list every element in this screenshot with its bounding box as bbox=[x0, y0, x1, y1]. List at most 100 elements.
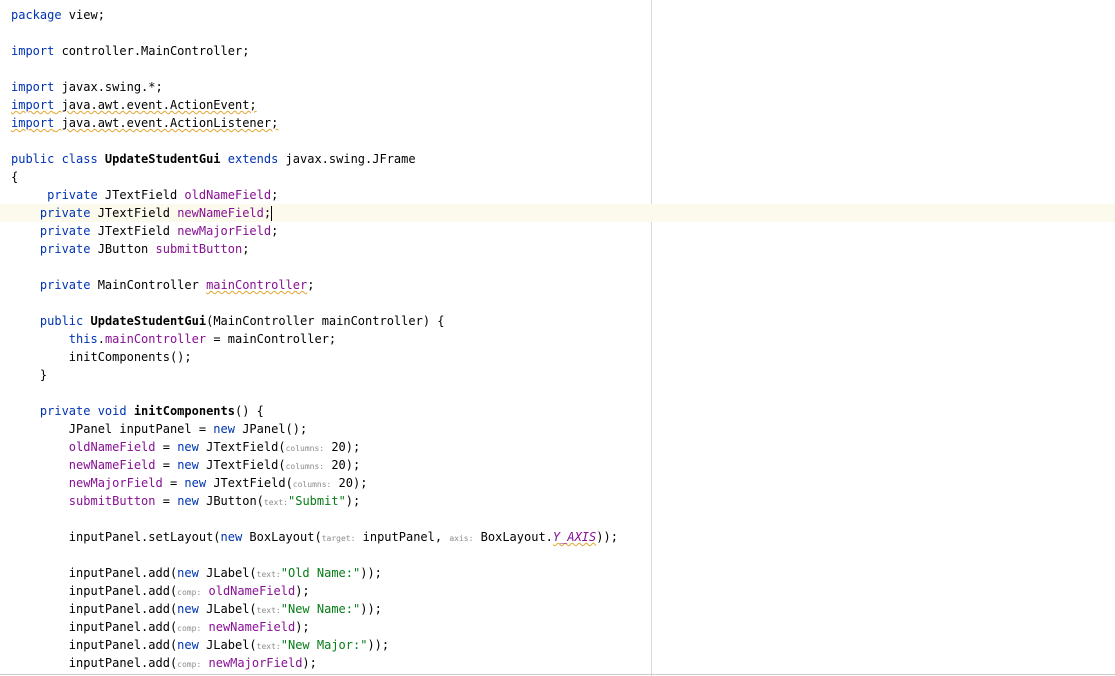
code-text: JLabel( bbox=[198, 566, 257, 580]
code-text: JTextField bbox=[90, 206, 178, 220]
method-name: UpdateStudentGui bbox=[83, 314, 207, 328]
code-text: ); bbox=[295, 620, 310, 634]
code-text: inputPanel.add( bbox=[68, 566, 178, 580]
code-text: inputPanel.add( bbox=[68, 620, 178, 634]
code-text: () { bbox=[234, 404, 264, 418]
keyword: new bbox=[177, 458, 199, 472]
unused-import-warning[interactable]: import java.awt.event.ActionEvent; bbox=[11, 98, 257, 112]
keyword: private bbox=[39, 224, 91, 238]
parameter-hint: axis: bbox=[449, 534, 474, 543]
field-ref: submitButton bbox=[68, 494, 156, 508]
code-text: controller.MainController; bbox=[54, 44, 250, 58]
code-text: )); bbox=[360, 566, 382, 580]
code-text: 20); bbox=[331, 476, 368, 490]
code-line: package view; bbox=[11, 6, 1115, 24]
code-text: JButton bbox=[90, 242, 156, 256]
code-line: private MainController mainController; bbox=[11, 276, 1115, 294]
code-text: inputPanel.setLayout( bbox=[68, 530, 221, 544]
parameter-hint: text: bbox=[263, 498, 288, 507]
code-line: inputPanel.add(new JLabel(text:"Old Name… bbox=[11, 564, 1115, 582]
parameter-hint: comp: bbox=[177, 660, 202, 669]
field-ref: newMajorField bbox=[68, 476, 163, 490]
keyword: new bbox=[177, 566, 199, 580]
code-text: )); bbox=[596, 530, 618, 544]
keyword: extends bbox=[227, 152, 279, 166]
code-line: this.mainController = mainController; bbox=[11, 330, 1115, 348]
code-text: JTextField bbox=[90, 224, 178, 238]
editor-bottom-border bbox=[0, 674, 1115, 675]
code-text: ; bbox=[242, 242, 250, 256]
code-text: ); bbox=[302, 656, 317, 670]
code-text: inputPanel.add( bbox=[68, 584, 178, 598]
code-text: JTextField( bbox=[198, 440, 286, 454]
field-ref: oldNameField bbox=[68, 440, 156, 454]
static-field-ref: Y_AXIS bbox=[552, 530, 597, 544]
parameter-hint: columns: bbox=[292, 480, 332, 489]
code-line: public UpdateStudentGui(MainController m… bbox=[11, 312, 1115, 330]
code-line: inputPanel.add(new JLabel(text:"New Name… bbox=[11, 600, 1115, 618]
keyword: package bbox=[11, 8, 62, 22]
keyword: public class bbox=[11, 152, 98, 166]
string-literal: "Submit" bbox=[288, 494, 346, 508]
keyword: import bbox=[11, 116, 55, 130]
string-literal: "Old Name:" bbox=[280, 566, 361, 580]
parameter-hint: text: bbox=[256, 570, 281, 579]
field-ref: submitButton bbox=[155, 242, 243, 256]
unused-field-warning[interactable]: mainController bbox=[206, 278, 307, 292]
code-line: { bbox=[11, 168, 1115, 186]
code-line: import java.awt.event.ActionListener; bbox=[11, 114, 1115, 132]
current-line[interactable]: private JTextField newNameField; bbox=[0, 204, 1115, 222]
code-text: (MainController mainController) { bbox=[206, 314, 445, 328]
code-text: MainController bbox=[90, 278, 207, 292]
code-text: javax.swing.*; bbox=[54, 80, 163, 94]
code-text: = bbox=[155, 458, 178, 472]
code-text: javax.swing.JFrame bbox=[278, 152, 416, 166]
code-text: JPanel(); bbox=[234, 422, 308, 436]
code-line: inputPanel.add(new JLabel(text:"New Majo… bbox=[11, 636, 1115, 654]
keyword: private bbox=[39, 278, 91, 292]
code-line: import controller.MainController; bbox=[11, 42, 1115, 60]
code-text: 20); bbox=[324, 458, 361, 472]
class-name: UpdateStudentGui bbox=[97, 152, 228, 166]
code-editor[interactable]: package view; import controller.MainCont… bbox=[0, 0, 1115, 676]
code-line: inputPanel.add(comp: oldNameField); bbox=[11, 582, 1115, 600]
field-ref: newMajorField bbox=[177, 224, 272, 238]
code-text: } bbox=[39, 368, 48, 382]
parameter-hint: columns: bbox=[285, 462, 325, 471]
code-line: inputPanel.add(comp: newNameField); bbox=[11, 618, 1115, 636]
code-line: private void initComponents() { bbox=[11, 402, 1115, 420]
code-area[interactable]: package view; import controller.MainCont… bbox=[0, 6, 1115, 672]
code-text: = bbox=[162, 476, 185, 490]
keyword: import bbox=[11, 44, 55, 58]
code-line: import javax.swing.*; bbox=[11, 78, 1115, 96]
code-text: ); bbox=[345, 494, 361, 508]
code-line: inputPanel.setLayout(new BoxLayout(targe… bbox=[11, 528, 1115, 546]
code-text: 20); bbox=[324, 440, 361, 454]
code-text: )); bbox=[360, 602, 382, 616]
code-text: ; bbox=[263, 206, 272, 220]
keyword: public bbox=[39, 314, 84, 328]
code-text: BoxLayout. bbox=[473, 530, 553, 544]
unused-import-warning[interactable]: import java.awt.event.ActionListener; bbox=[11, 116, 278, 130]
keyword: import bbox=[11, 98, 55, 112]
code-text: ; bbox=[307, 278, 315, 292]
code-text: = bbox=[155, 440, 178, 454]
field-ref: oldNameField bbox=[184, 188, 272, 202]
code-line: initComponents(); bbox=[11, 348, 1115, 366]
code-text: view; bbox=[61, 8, 105, 22]
code-text: JButton( bbox=[198, 494, 264, 508]
keyword: import bbox=[11, 80, 55, 94]
keyword: new bbox=[177, 638, 199, 652]
field-ref: newNameField bbox=[177, 206, 264, 220]
parameter-hint: target: bbox=[321, 534, 356, 543]
code-line: private JButton submitButton; bbox=[11, 240, 1115, 258]
field-ref: newNameField bbox=[208, 620, 296, 634]
